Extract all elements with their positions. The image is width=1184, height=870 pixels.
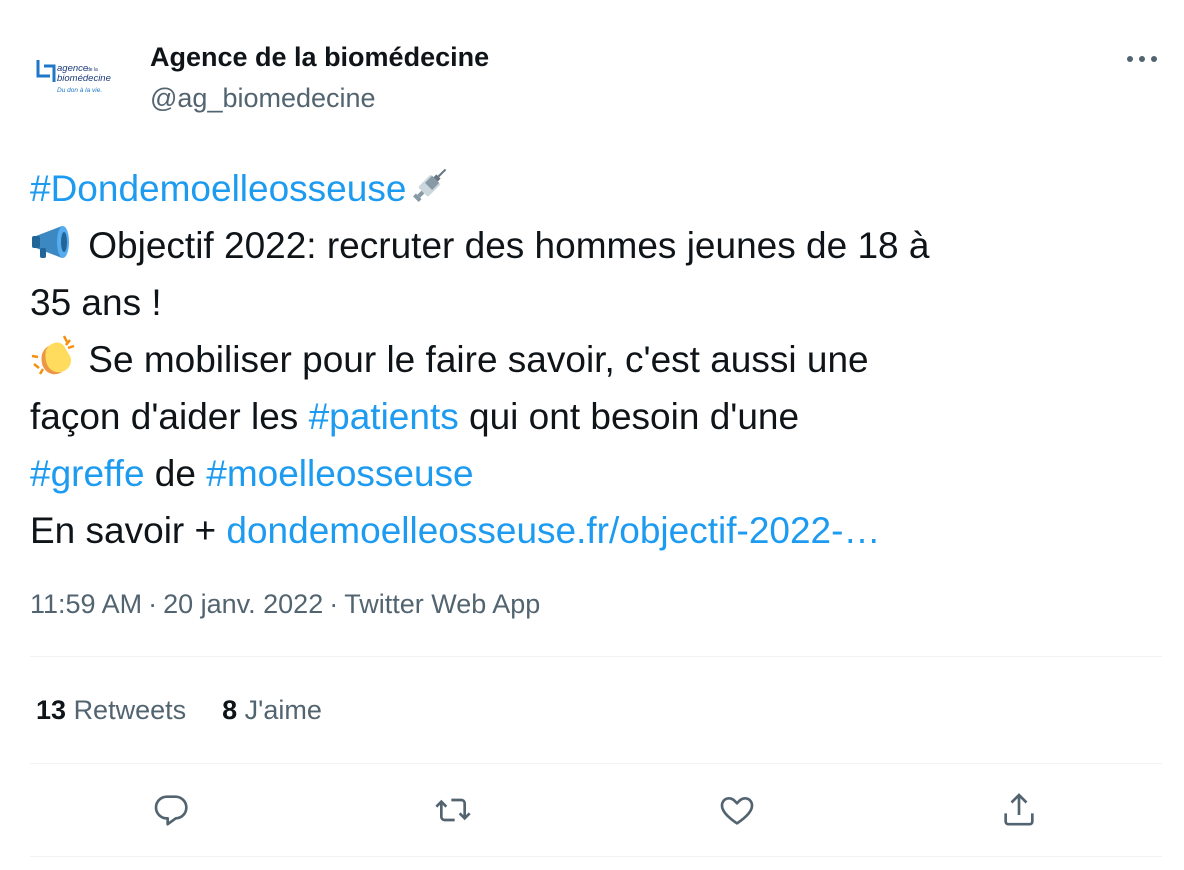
tweet-meta: 11:59 AM · 20 janv. 2022 · Twitter Web App — [30, 587, 540, 621]
tweet-line-6-mid: de — [144, 453, 207, 494]
tweet-line-7: En savoir + dondemoelleosseuse.fr/object… — [30, 502, 1165, 559]
more-options-button[interactable] — [1122, 44, 1162, 74]
logo-tagline: Du don à la vie. — [57, 87, 102, 94]
likes-stat[interactable]: 8 J'aime — [222, 695, 322, 725]
retweet-icon — [435, 798, 471, 822]
hashtag-greffe[interactable]: #greffe — [30, 453, 145, 494]
clapping-hands-emoji-icon — [30, 334, 78, 378]
like-button[interactable] — [715, 788, 759, 832]
tweet-stats: 13 Retweets 8 J'aime — [36, 693, 358, 727]
tweet-source[interactable]: Twitter Web App — [344, 589, 540, 619]
tweet-line-6: #greffe de #moelleosseuse — [30, 445, 1165, 502]
author-name[interactable]: Agence de la biomédecine — [150, 40, 489, 74]
syringe-emoji-icon — [406, 163, 454, 207]
reply-button[interactable] — [149, 788, 193, 832]
likes-label: J'aime — [244, 695, 322, 725]
tweet-date[interactable]: 20 janv. 2022 — [163, 589, 323, 619]
logo-line2: biomédecine — [57, 73, 111, 84]
biomedecine-logo-icon: agence de la biomédecine Du don à la vie… — [30, 30, 126, 126]
tweet-card: agence de la biomédecine Du don à la vie… — [0, 0, 1184, 870]
author-handle[interactable]: @ag_biomedecine — [150, 81, 376, 115]
tweet-text: #Dondemoelleosseuse Objectif 2022: recru… — [30, 160, 1165, 559]
likes-count: 8 — [222, 695, 238, 725]
meta-separator: · — [329, 589, 339, 619]
retweets-stat[interactable]: 13 Retweets — [36, 695, 186, 725]
tweet-actions — [0, 780, 1184, 840]
author-avatar[interactable]: agence de la biomédecine Du don à la vie… — [30, 30, 126, 126]
retweets-count: 13 — [36, 695, 67, 725]
hashtag-dondemoelleosseuse[interactable]: #Dondemoelleosseuse — [30, 168, 406, 209]
share-icon — [1004, 793, 1034, 826]
tweet-line-3: 35 ans ! — [30, 282, 162, 323]
hashtag-moelleosseuse[interactable]: #moelleosseuse — [206, 453, 473, 494]
tweet-line-2-text: Objectif 2022: recruter des hommes jeune… — [78, 225, 930, 266]
tweet-line-5-start: façon d'aider les — [30, 396, 309, 437]
tweet-line-5-end: qui ont besoin d'une — [458, 396, 800, 437]
retweet-button[interactable] — [431, 788, 475, 832]
tweet-line-4: Se mobiliser pour le faire savoir, c'est… — [30, 331, 1165, 388]
hashtag-patients[interactable]: #patients — [309, 396, 459, 437]
external-link[interactable]: dondemoelleosseuse.fr/objectif-2022-… — [226, 510, 880, 551]
divider — [30, 656, 1162, 657]
divider — [30, 856, 1162, 857]
reply-icon — [154, 795, 188, 826]
tweet-time[interactable]: 11:59 AM — [30, 589, 142, 619]
tweet-line-1: #Dondemoelleosseuse — [30, 160, 1165, 217]
tweet-line-7-start: En savoir + — [30, 510, 227, 551]
megaphone-emoji-icon — [30, 220, 78, 264]
more-dots-icon — [1127, 56, 1157, 62]
share-button[interactable] — [997, 788, 1041, 832]
tweet-line-2: Objectif 2022: recruter des hommes jeune… — [30, 217, 1165, 274]
divider — [30, 763, 1162, 764]
retweets-label: Retweets — [73, 695, 187, 725]
tweet-line-4-text: Se mobiliser pour le faire savoir, c'est… — [78, 339, 869, 380]
tweet-line-5: façon d'aider les #patients qui ont beso… — [30, 388, 1165, 445]
meta-separator: · — [148, 589, 158, 619]
heart-icon — [720, 797, 754, 825]
